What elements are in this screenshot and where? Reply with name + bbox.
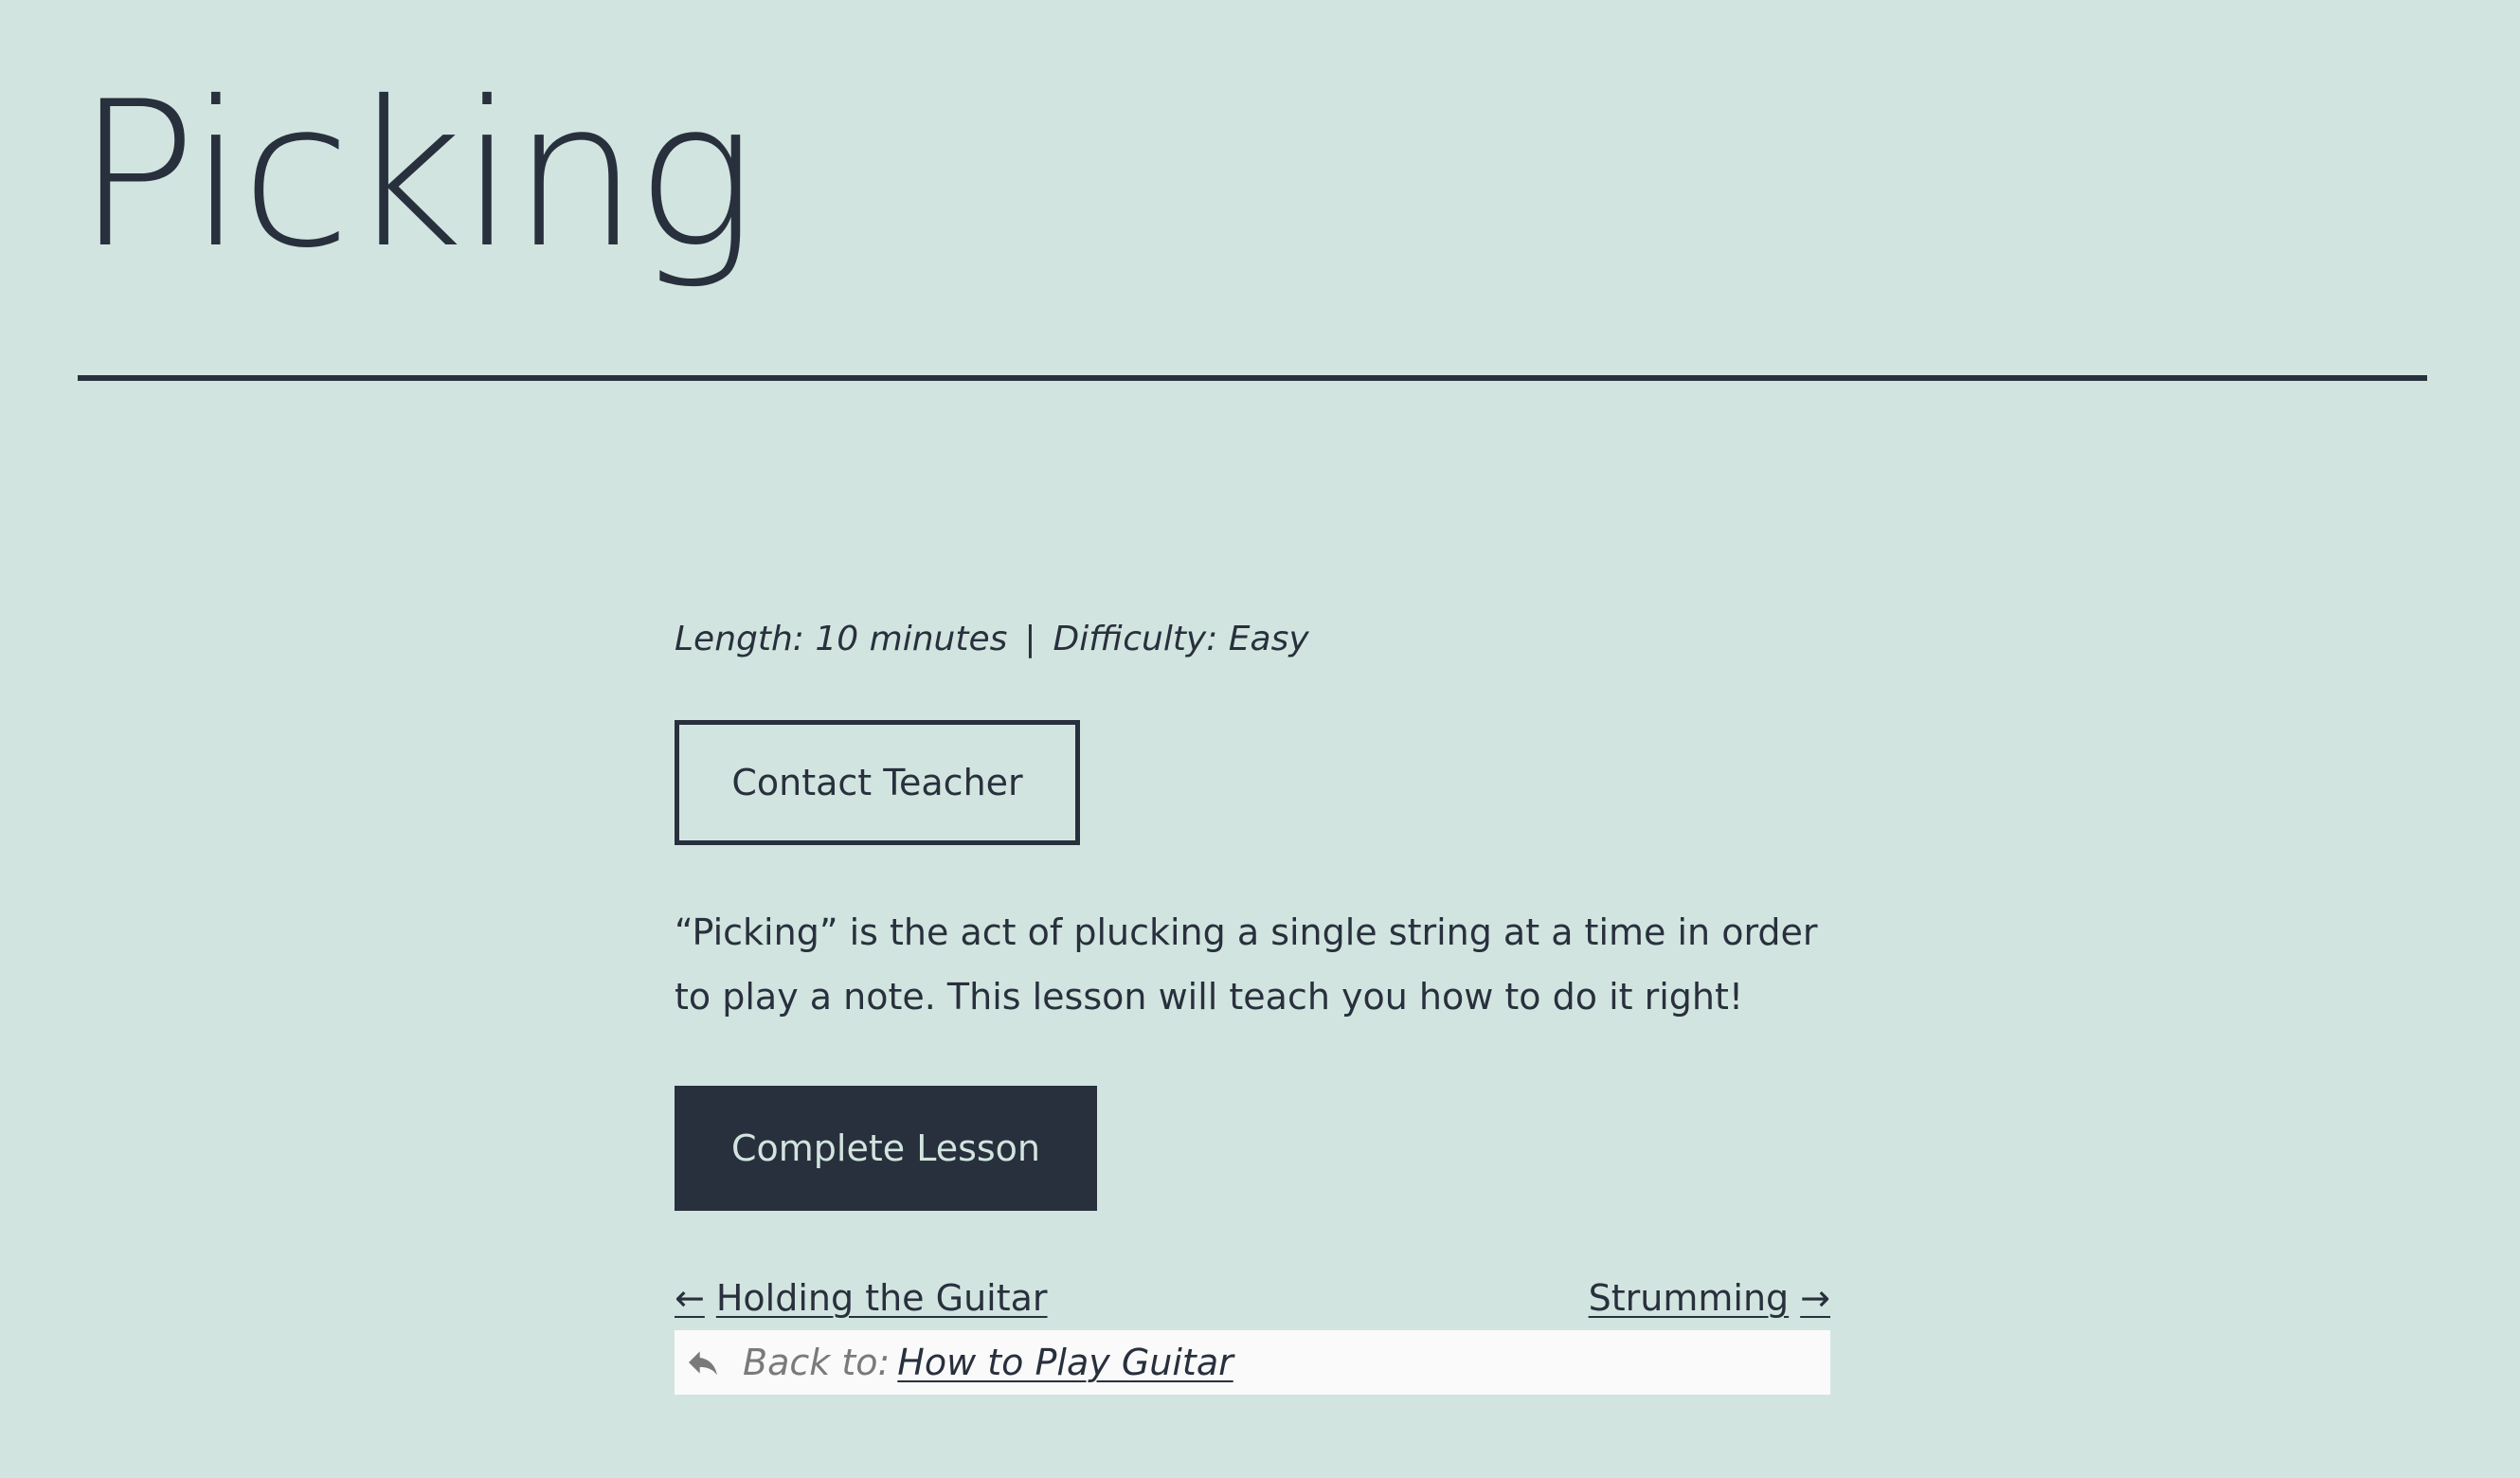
previous-lesson-link[interactable]: ← Holding the Guitar [675, 1277, 1048, 1319]
complete-lesson-button[interactable]: Complete Lesson [675, 1086, 1097, 1211]
previous-lesson-label: Holding the Guitar [715, 1277, 1048, 1319]
back-prefix: Back to: [743, 1342, 891, 1383]
next-lesson-label: Strumming [1588, 1277, 1790, 1319]
next-lesson-link[interactable]: Strumming → [1589, 1277, 1830, 1319]
page-title: Picking [76, 58, 756, 292]
arrow-right-icon: → [1800, 1277, 1830, 1319]
lesson-intro: “Picking” is the act of plucking a singl… [675, 911, 1818, 1018]
lesson-meta: Length: 10 minutes | Difficulty: Easy [675, 606, 1830, 673]
arrow-left-icon: ← [675, 1277, 705, 1319]
title-divider [78, 375, 2427, 381]
meta-separator: | [1024, 620, 1036, 658]
contact-teacher-button[interactable]: Contact Teacher [675, 720, 1080, 845]
lesson-length: Length: 10 minutes [675, 620, 1008, 658]
reply-arrow-icon [682, 1342, 724, 1383]
lesson-difficulty: Difficulty: Easy [1053, 620, 1309, 658]
lesson-content: Length: 10 minutes | Difficulty: Easy Co… [675, 606, 1830, 1395]
lesson-page: Picking Length: 10 minutes | Difficulty:… [0, 0, 2520, 1478]
lesson-navigation: ← Holding the Guitar Strumming → [675, 1277, 1830, 1319]
back-to-course-bar: Back to: How to Play Guitar [675, 1330, 1830, 1395]
back-to-course-link[interactable]: How to Play Guitar [897, 1342, 1233, 1383]
